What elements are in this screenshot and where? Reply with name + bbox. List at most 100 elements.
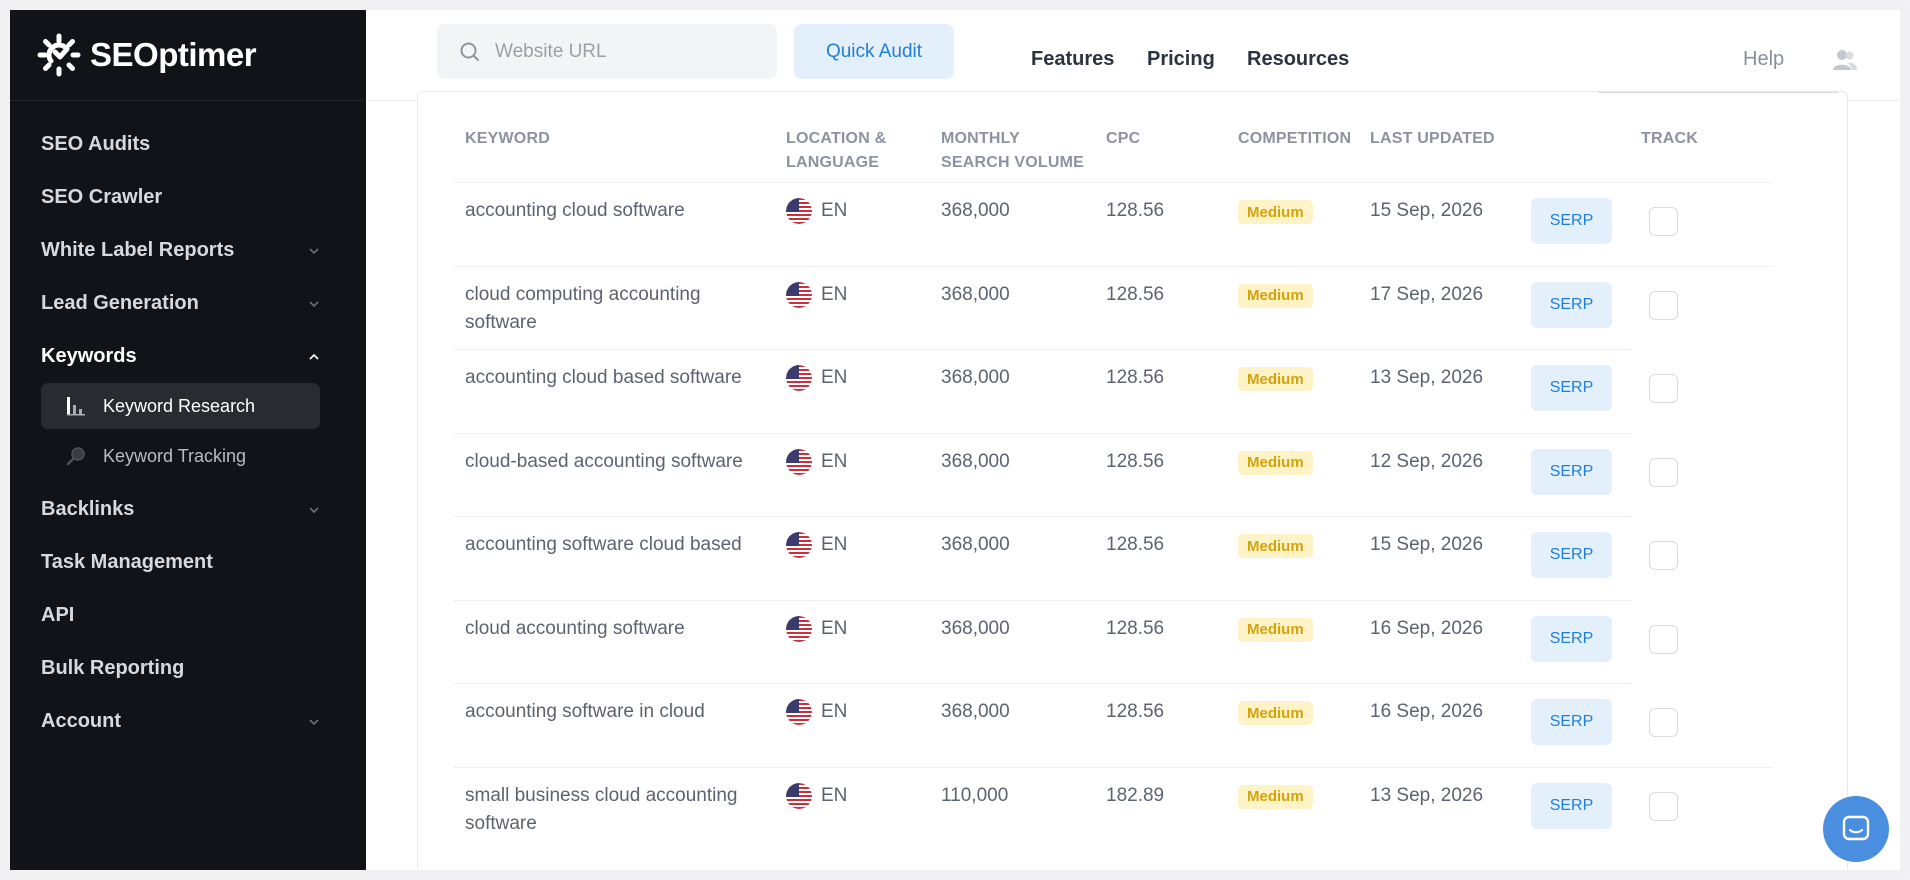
nav-link-resources[interactable]: Resources	[1247, 48, 1349, 71]
sidebar-subitem-keyword-research[interactable]: Keyword Research	[41, 383, 320, 429]
location-cell: EN	[786, 531, 847, 559]
nav-link-features[interactable]: Features	[1031, 48, 1114, 71]
column-header-last-updated[interactable]: LAST UPDATED	[1370, 127, 1495, 151]
nav-link-pricing[interactable]: Pricing	[1147, 48, 1215, 71]
competition-badge: Medium	[1238, 784, 1313, 809]
chevron-down-icon	[309, 247, 319, 254]
sidebar-item-bulk-reporting[interactable]: Bulk Reporting	[10, 642, 366, 695]
us-flag-icon	[786, 365, 812, 391]
track-checkbox[interactable]	[1649, 708, 1678, 737]
track-checkbox[interactable]	[1649, 290, 1678, 320]
track-checkbox[interactable]	[1649, 207, 1678, 236]
last-updated-cell: 13 Sep, 2026	[1370, 367, 1484, 388]
location-cell: EN	[786, 197, 847, 225]
column-header-text: LOCATION &	[786, 130, 887, 147]
search-volume-cell: 368,000	[941, 200, 1010, 221]
top-bar: Quick Audit Features Pricing Resources H…	[366, 10, 1900, 101]
serp-button[interactable]: SERP	[1531, 615, 1612, 662]
keyword-cell[interactable]: cloud accounting software	[465, 615, 770, 643]
user-icon[interactable]	[1832, 47, 1858, 73]
chevron-down-icon	[309, 300, 319, 307]
keyword-cell[interactable]: accounting cloud software	[465, 197, 770, 225]
last-updated-cell: 17 Sep, 2026	[1370, 283, 1484, 305]
keyword-cell[interactable]: accounting software in cloud	[465, 698, 770, 726]
cpc-cell: 128.56	[1106, 200, 1165, 221]
competition-badge: Medium	[1238, 367, 1313, 391]
sidebar-item-label: Backlinks	[41, 498, 135, 520]
cpc-cell: 128.56	[1106, 450, 1165, 472]
column-header-track: TRACK	[1641, 130, 1698, 147]
sidebar-item-seo-crawler[interactable]: SEO Crawler	[10, 171, 366, 224]
table-header: KEYWORD LOCATION & LANGUAGE MONTHLY SEAR…	[453, 92, 1773, 183]
sidebar-item-white-label-reports[interactable]: White Label Reports	[10, 224, 366, 277]
serp-button[interactable]: SERP	[1531, 448, 1612, 495]
competition-badge: Medium	[1238, 701, 1313, 725]
keywords-subnav: Keyword Research Keyword Tracking	[10, 383, 366, 479]
serp-button[interactable]: SERP	[1531, 365, 1612, 411]
keyword-results-card: KEYWORD LOCATION & LANGUAGE MONTHLY SEAR…	[417, 91, 1848, 870]
sidebar-item-api[interactable]: API	[10, 589, 366, 642]
language-code: EN	[821, 367, 848, 388]
location-cell: EN	[786, 281, 847, 309]
column-header-cpc[interactable]: CPC	[1106, 127, 1140, 151]
cpc-cell: 182.89	[1106, 784, 1165, 806]
keyword-table: KEYWORD LOCATION & LANGUAGE MONTHLY SEAR…	[453, 92, 1773, 851]
sidebar-item-label: Keywords	[41, 345, 137, 367]
help-link[interactable]: Help	[1743, 48, 1784, 71]
serp-button[interactable]: SERP	[1531, 198, 1612, 244]
sidebar-item-task-management[interactable]: Task Management	[10, 536, 366, 589]
keyword-cell[interactable]: small business cloud accounting software	[465, 782, 770, 838]
sidebar-subitem-keyword-tracking[interactable]: Keyword Tracking	[41, 433, 320, 479]
chevron-up-icon	[309, 353, 319, 360]
serp-button[interactable]: SERP	[1531, 699, 1612, 745]
column-header-competition[interactable]: COMPETITION	[1238, 127, 1351, 151]
serp-button[interactable]: SERP	[1531, 782, 1612, 829]
us-flag-icon	[786, 532, 812, 558]
track-checkbox[interactable]	[1649, 791, 1678, 821]
table-row: accounting software cloud based EN 368,0	[453, 517, 1678, 601]
sidebar-item-keywords[interactable]: Keywords	[10, 330, 366, 383]
sidebar-item-label: Account	[41, 710, 121, 732]
sidebar-item-seo-audits[interactable]: SEO Audits	[10, 118, 366, 171]
search-volume-cell: 368,000	[941, 283, 1010, 305]
keyword-cell[interactable]: cloud computing accounting software	[465, 281, 770, 337]
last-updated-cell: 15 Sep, 2026	[1370, 534, 1484, 555]
sidebar-subitem-label: Keyword Tracking	[103, 445, 247, 466]
serp-button[interactable]: SERP	[1531, 532, 1612, 578]
url-search-box[interactable]	[437, 24, 777, 79]
quick-audit-button[interactable]: Quick Audit	[794, 24, 954, 79]
search-icon	[460, 42, 479, 61]
sidebar-item-lead-generation[interactable]: Lead Generation	[10, 277, 366, 330]
search-volume-cell: 110,000	[941, 784, 1009, 806]
column-header-location[interactable]: LOCATION & LANGUAGE	[786, 127, 886, 175]
track-checkbox[interactable]	[1649, 374, 1678, 403]
cpc-cell: 128.56	[1106, 534, 1165, 555]
keyword-cell[interactable]: accounting software cloud based	[465, 531, 770, 559]
column-header-keyword[interactable]: KEYWORD	[465, 127, 550, 151]
website-url-input[interactable]	[495, 40, 755, 63]
serp-button[interactable]: SERP	[1531, 281, 1612, 328]
last-updated-cell: 16 Sep, 2026	[1370, 701, 1484, 722]
sidebar-item-label: SEO Crawler	[41, 186, 163, 208]
location-cell: EN	[786, 448, 847, 476]
track-checkbox[interactable]	[1649, 457, 1678, 487]
cpc-cell: 128.56	[1106, 367, 1165, 388]
column-header-text: MONTHLY	[941, 130, 1021, 147]
column-header-volume[interactable]: MONTHLY SEARCH VOLUME	[941, 127, 1084, 175]
chat-icon	[1842, 815, 1870, 841]
keyword-cell[interactable]: accounting cloud based software	[465, 364, 770, 392]
location-cell: EN	[786, 364, 847, 392]
language-code: EN	[821, 617, 848, 639]
language-code: EN	[821, 534, 848, 555]
sidebar-item-backlinks[interactable]: Backlinks	[10, 483, 366, 536]
track-checkbox[interactable]	[1649, 541, 1678, 570]
sidebar-item-account[interactable]: Account	[10, 695, 366, 748]
track-checkbox[interactable]	[1649, 624, 1678, 654]
logo[interactable]: SEOptimer	[10, 10, 366, 101]
search-volume-cell: 368,000	[941, 701, 1010, 722]
search-volume-cell: 368,000	[941, 534, 1010, 555]
magnifier-icon	[66, 447, 85, 466]
chat-launcher-button[interactable]	[1823, 796, 1889, 862]
keyword-cell[interactable]: cloud-based accounting software	[465, 448, 770, 476]
table-row: accounting software in cloud EN 368,000	[453, 684, 1773, 768]
